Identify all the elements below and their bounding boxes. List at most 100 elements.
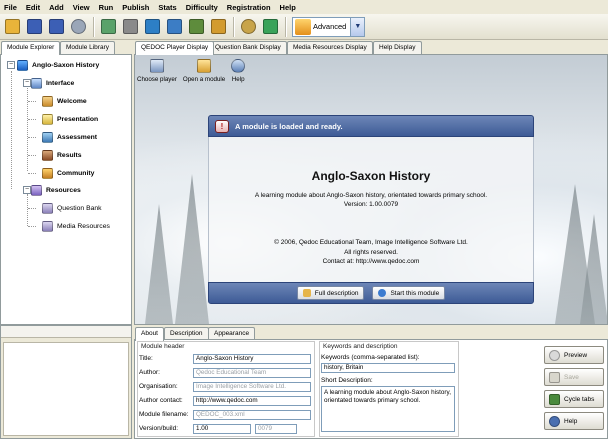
- menu-edit[interactable]: Edit: [26, 3, 40, 12]
- cycle-tabs-label: Cycle tabs: [564, 395, 595, 403]
- tree-connector: [27, 194, 28, 226]
- toolbar-separator: [285, 16, 287, 37]
- help-label: Help: [564, 417, 578, 425]
- menu-run[interactable]: Run: [99, 3, 114, 12]
- tree-item-interface[interactable]: Interface: [31, 76, 74, 90]
- network-button[interactable]: [164, 17, 184, 37]
- mode-label: Advanced: [313, 22, 347, 31]
- menu-registration[interactable]: Registration: [227, 3, 271, 12]
- save-module-button[interactable]: Save: [544, 368, 604, 386]
- tab-qedoc-player-display[interactable]: QEDOC Player Display: [135, 41, 215, 55]
- arrow-right-button[interactable]: [142, 17, 162, 37]
- bottom-left-panel: [0, 325, 132, 439]
- tree-item-label: Assessment: [57, 133, 98, 141]
- cycle-tabs-button[interactable]: Cycle tabs: [544, 390, 604, 408]
- open-module-button[interactable]: Open a module: [183, 55, 225, 83]
- choose-player-label: Choose player: [137, 76, 177, 83]
- tree-item-label: Presentation: [57, 115, 99, 123]
- tree-item-label: Interface: [46, 79, 75, 87]
- collapse-toggle[interactable]: −: [23, 79, 31, 87]
- save-disabled-icon: [549, 371, 560, 383]
- gallery-button[interactable]: [186, 17, 206, 37]
- image-button[interactable]: [98, 17, 118, 37]
- question-bank-icon: [42, 202, 53, 214]
- start-module-button[interactable]: Start this module: [372, 286, 446, 300]
- menu-help[interactable]: Help: [280, 3, 296, 12]
- tree-item-welcome[interactable]: Welcome: [42, 94, 87, 108]
- cycle-icon: [549, 393, 560, 405]
- collapse-toggle[interactable]: −: [7, 61, 15, 69]
- choose-player-button[interactable]: Choose player: [137, 55, 177, 83]
- menu-view[interactable]: View: [73, 3, 90, 12]
- module-explorer-tree: − − − Anglo-Saxon History Interface Welc…: [0, 54, 132, 325]
- build-field[interactable]: 0079: [255, 424, 297, 434]
- collapse-toggle[interactable]: −: [23, 186, 31, 194]
- preview-label: Preview: [564, 351, 588, 359]
- stats-button[interactable]: [260, 17, 280, 37]
- player-help-button[interactable]: Help: [231, 55, 246, 83]
- author-label: Author:: [139, 369, 160, 376]
- media-button[interactable]: [208, 17, 228, 37]
- short-description-field[interactable]: A learning module about Anglo-Saxon hist…: [321, 386, 455, 432]
- save-button[interactable]: [24, 17, 44, 37]
- open-button[interactable]: [2, 17, 22, 37]
- help-button[interactable]: Help: [544, 412, 604, 430]
- export-button[interactable]: [120, 17, 140, 37]
- full-description-label: Full description: [314, 289, 359, 297]
- tab-question-bank-display[interactable]: Question Bank Display: [209, 41, 287, 54]
- short-description-label: Short Description:: [321, 377, 373, 384]
- tree-item-assessment[interactable]: Assessment: [42, 130, 97, 144]
- save-all-icon: [48, 19, 64, 34]
- author-field[interactable]: Qedoc Educational Team: [193, 368, 311, 378]
- author-contact-field[interactable]: http://www.qedoc.com: [193, 396, 311, 406]
- tab-module-explorer[interactable]: Module Explorer: [1, 41, 61, 55]
- tab-media-resources-display[interactable]: Media Resources Display: [287, 41, 373, 54]
- menu-difficulty[interactable]: Difficulty: [186, 3, 218, 12]
- module-header-title: Module header: [141, 343, 185, 350]
- tree-connector: [28, 101, 36, 102]
- help-icon: [231, 59, 246, 73]
- full-description-button[interactable]: Full description: [296, 286, 365, 300]
- document-icon: [302, 289, 311, 297]
- preview-button[interactable]: Preview: [544, 346, 604, 364]
- save-label: Save: [564, 373, 579, 381]
- keywords-field[interactable]: history, Britain: [321, 363, 455, 373]
- menu-add[interactable]: Add: [49, 3, 64, 12]
- module-actions: Full description Start this module: [208, 282, 534, 304]
- tree-connector: [27, 86, 28, 171]
- tree-item-question-bank[interactable]: Question Bank: [42, 201, 102, 215]
- tree-item-module[interactable]: Anglo-Saxon History: [17, 58, 99, 72]
- tab-help-display[interactable]: Help Display: [373, 41, 422, 54]
- module-filename-label: Module filename:: [139, 411, 189, 418]
- tree-item-label: Community: [57, 169, 95, 177]
- bottom-left-header: [1, 326, 131, 338]
- tree-item-community[interactable]: Community: [42, 166, 94, 180]
- tab-module-library[interactable]: Module Library: [60, 41, 115, 54]
- eye-icon: [549, 349, 560, 361]
- version-field[interactable]: 1.00: [193, 424, 251, 434]
- timer-button[interactable]: [238, 17, 258, 37]
- tree-item-presentation[interactable]: Presentation: [42, 112, 98, 126]
- save-all-button[interactable]: [46, 17, 66, 37]
- menu-stats[interactable]: Stats: [158, 3, 176, 12]
- menu-bar: File Edit Add View Run Publish Stats Dif…: [0, 0, 608, 14]
- module-info: Anglo-Saxon History A learning module ab…: [208, 137, 534, 282]
- module-filename-field[interactable]: QEDOC_003.xml: [193, 410, 311, 420]
- tab-about[interactable]: About: [135, 327, 164, 341]
- mode-selector[interactable]: Advanced ▼: [292, 16, 366, 37]
- properties-button[interactable]: [68, 17, 88, 37]
- menu-publish[interactable]: Publish: [122, 3, 149, 12]
- tree-item-results[interactable]: Results: [42, 148, 82, 162]
- start-module-label: Start this module: [390, 289, 440, 297]
- menu-file[interactable]: File: [4, 3, 17, 12]
- mode-icon: [295, 18, 311, 35]
- tree-item-label: Question Bank: [57, 204, 102, 212]
- tree-item-resources[interactable]: Resources: [31, 183, 81, 197]
- title-field[interactable]: Anglo-Saxon History: [193, 354, 311, 364]
- tree-item-media-resources[interactable]: Media Resources: [42, 219, 110, 233]
- player-display: Choose player Open a module Help ! A mod…: [134, 54, 608, 325]
- properties-icon: [70, 19, 86, 34]
- status-banner: ! A module is loaded and ready.: [208, 115, 534, 137]
- chevron-down-icon[interactable]: ▼: [350, 17, 365, 36]
- organisation-field[interactable]: Image Intelligence Software Ltd.: [193, 382, 311, 392]
